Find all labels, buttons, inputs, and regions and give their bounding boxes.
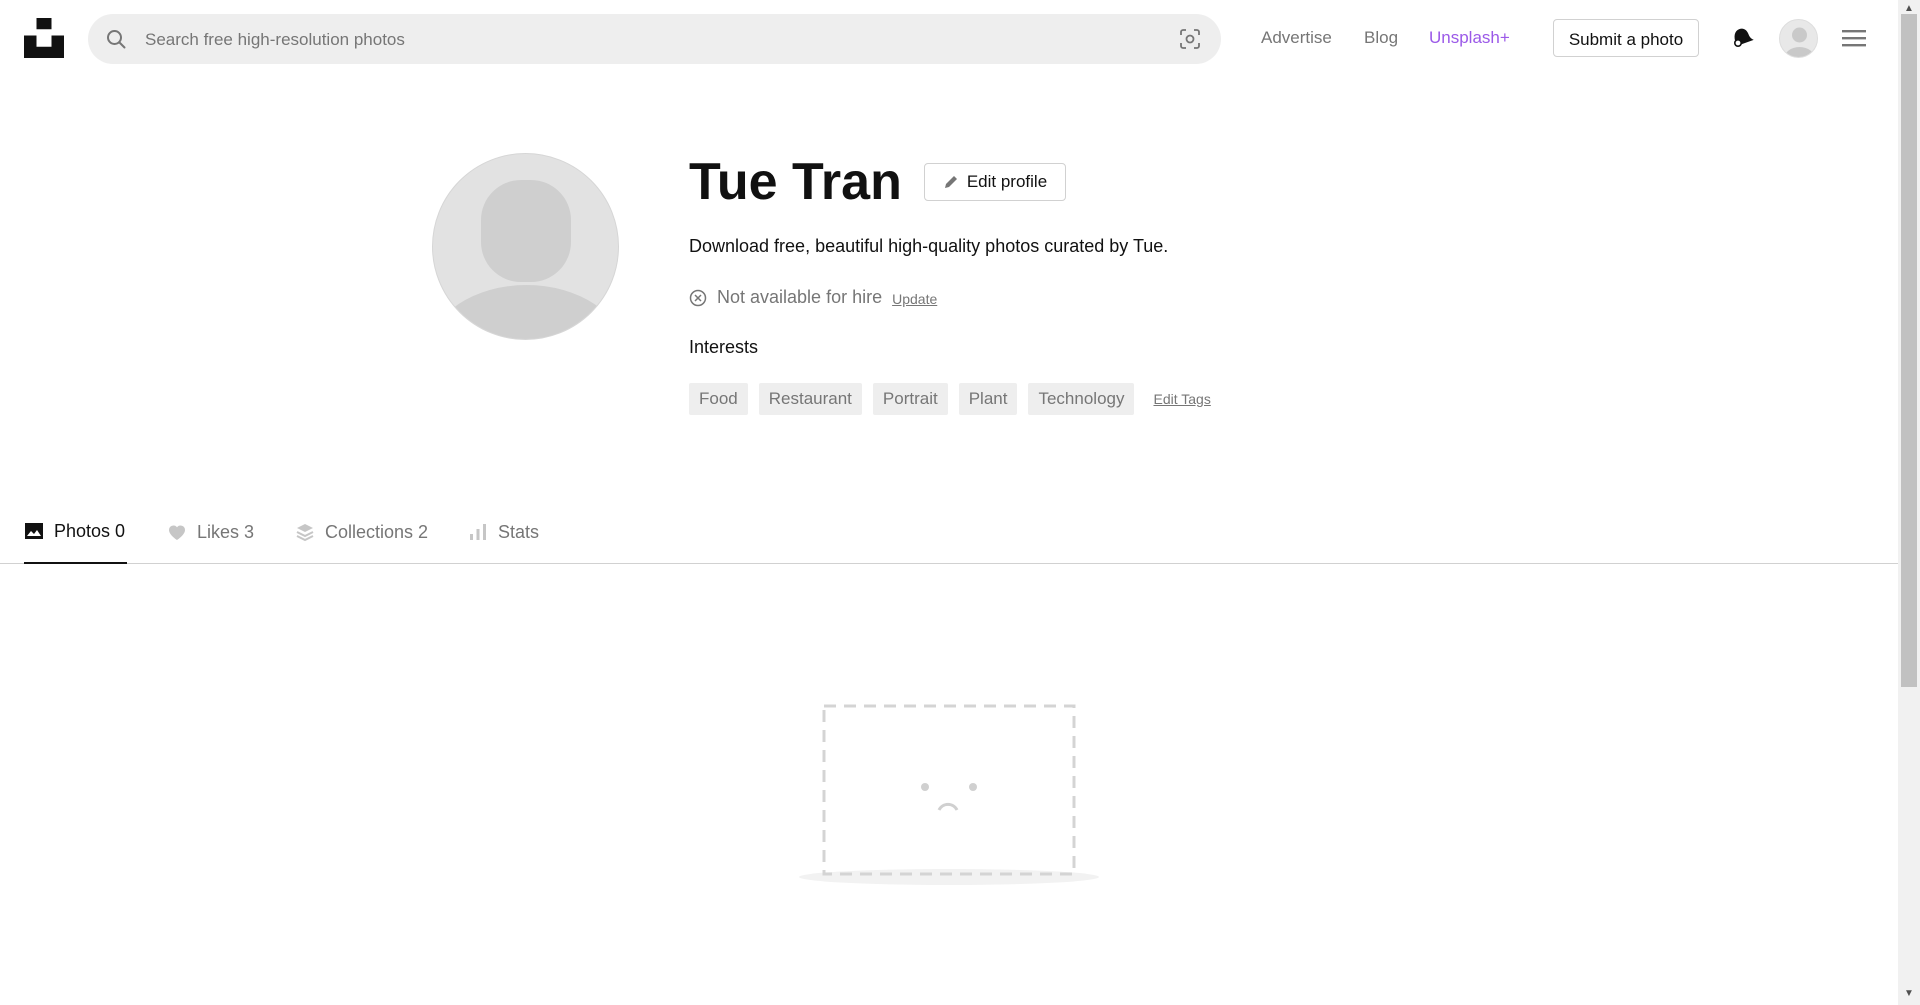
submit-photo-button[interactable]: Submit a photo: [1553, 19, 1699, 57]
profile-avatar: [432, 153, 619, 340]
profile-bio: Download free, beautiful high-quality ph…: [689, 236, 1169, 256]
interest-tags: Food Restaurant Portrait Plant Technolog…: [689, 383, 1211, 415]
tab-collections[interactable]: Collections 2: [295, 500, 428, 564]
empty-state-illustration: [799, 704, 1099, 885]
tab-photos[interactable]: Photos 0: [24, 500, 127, 564]
edit-profile-label: Edit profile: [966, 172, 1048, 191]
tab-likes-label: Likes 3: [197, 521, 255, 542]
header: Advertise Blog Unsplash+ Submit a photo: [0, 0, 1898, 77]
tag-food[interactable]: Food: [689, 383, 748, 415]
hire-status-text: Not available for hire: [717, 287, 883, 307]
circle-x-icon: [689, 289, 707, 306]
nav-advertise-link[interactable]: Advertise: [1261, 28, 1332, 48]
image-icon: [25, 523, 43, 539]
user-avatar[interactable]: [1779, 19, 1818, 58]
nav-unsplash-plus-link[interactable]: Unsplash+: [1429, 28, 1510, 48]
user-placeholder-icon: [1784, 27, 1815, 57]
notification-bell-icon[interactable]: [1728, 24, 1754, 50]
edit-tags-link[interactable]: Edit Tags: [1153, 391, 1210, 407]
tab-stats[interactable]: Stats: [468, 500, 539, 564]
hire-update-link[interactable]: Update: [892, 291, 937, 307]
tab-collections-label: Collections 2: [325, 521, 429, 542]
tag-portrait[interactable]: Portrait: [872, 383, 948, 415]
stats-icon: [470, 524, 486, 540]
tab-stats-label: Stats: [498, 521, 540, 542]
collections-icon: [296, 524, 314, 542]
profile-tabs: Photos 0 Likes 3 Collections 2 Stats: [0, 500, 1898, 564]
visual-search-icon[interactable]: [1179, 28, 1201, 50]
profile-name: Tue Tran: [689, 153, 902, 211]
scroll-down-arrow-icon[interactable]: ▼: [1904, 988, 1914, 999]
unsplash-logo-icon[interactable]: [24, 18, 64, 58]
tab-photos-label: Photos 0: [54, 520, 126, 541]
heart-icon: [169, 525, 185, 540]
scroll-up-arrow-icon[interactable]: ▲: [1904, 3, 1914, 14]
nav-blog-link[interactable]: Blog: [1364, 28, 1398, 48]
tag-restaurant[interactable]: Restaurant: [758, 383, 862, 415]
hire-status: Not available for hire Update: [689, 287, 937, 308]
interests-heading: Interests: [689, 337, 759, 357]
tag-plant[interactable]: Plant: [958, 383, 1018, 415]
scroll-thumb[interactable]: [1901, 14, 1917, 687]
search-input[interactable]: [143, 14, 1147, 66]
edit-profile-button[interactable]: Edit profile: [924, 163, 1066, 201]
search-bar[interactable]: [88, 14, 1221, 66]
profile-placeholder-icon: [433, 180, 618, 339]
search-icon[interactable]: [106, 29, 126, 49]
hamburger-menu-icon[interactable]: [1842, 28, 1866, 48]
pencil-icon: [944, 176, 957, 188]
tab-likes[interactable]: Likes 3: [167, 500, 254, 564]
tag-technology[interactable]: Technology: [1028, 383, 1135, 415]
